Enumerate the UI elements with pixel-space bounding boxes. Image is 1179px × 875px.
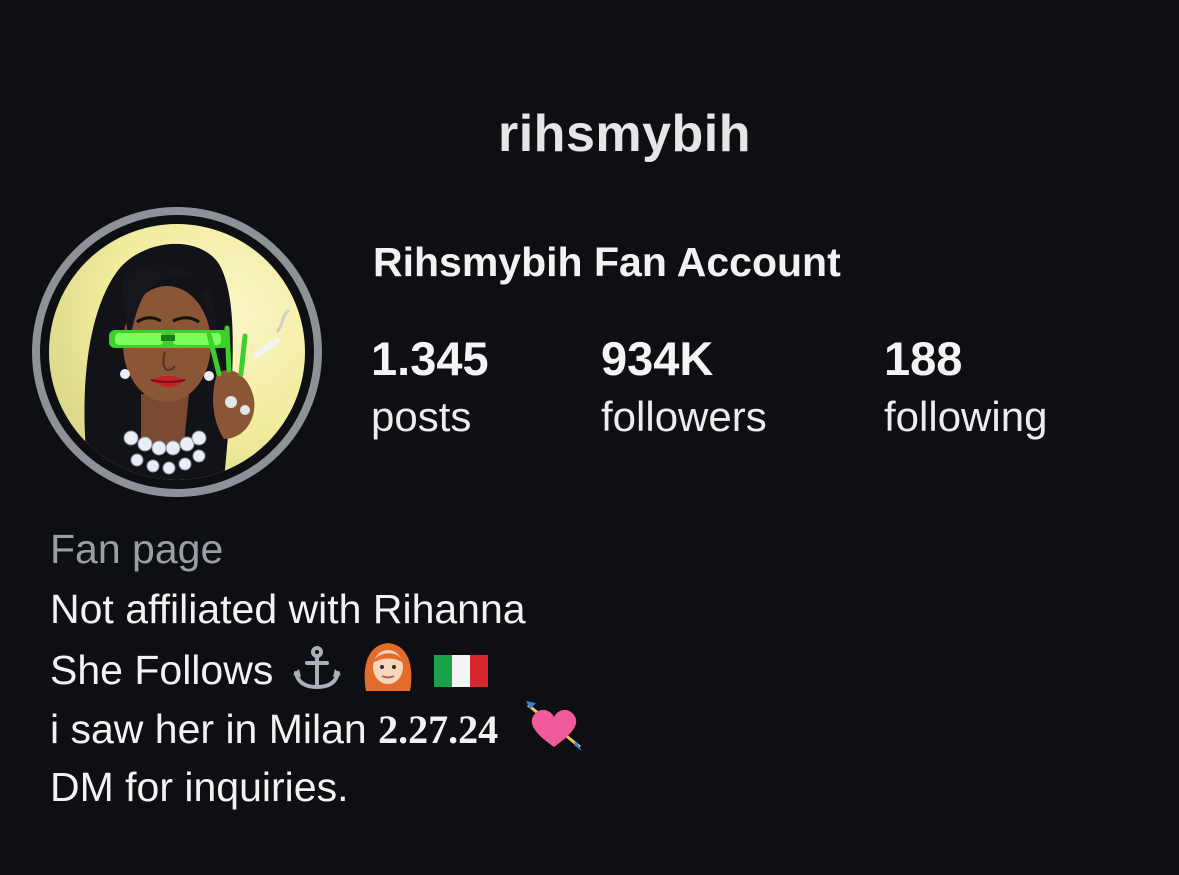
bio-line-contact: DM for inquiries. [50,764,349,810]
followers-stat[interactable]: 934K followers [601,331,767,447]
bio-follows-text: She Follows [50,647,274,693]
following-count: 188 [884,332,963,385]
bio-line-affiliation: Not affiliated with Rihanna [50,585,526,632]
posts-label: posts [371,393,472,440]
bio-milan-text: i saw her in Milan [50,705,367,752]
following-label: following [884,393,1048,440]
display-name: Rihsmybih Fan Account [373,239,841,285]
red-hair-person-icon [364,643,412,691]
followers-count: 934K [601,332,714,385]
bio-category: Fan page [50,526,224,572]
following-stat[interactable]: 188 following [884,331,1047,447]
bio-milan-date: 2.27.24 [378,706,499,752]
posts-stat[interactable]: 1.345 posts [371,331,489,447]
italy-flag-icon [433,655,488,687]
anchor-icon [292,646,341,690]
bio: Fan page Not affiliated with Rihanna She… [50,520,584,818]
bio-line-milan: i saw her in Milan 2.27.24 [50,699,584,759]
illustrated-portrait-avatar-icon [49,224,305,480]
followers-label: followers [601,393,767,440]
bio-line-follows: She Follows [50,639,584,699]
avatar[interactable] [32,207,322,497]
profile-username: rihsmybih [498,105,751,163]
posts-count: 1.345 [371,332,489,385]
profile-page: rihsmybih Rihsmybih Fan Account 1.345 po… [0,0,1179,875]
heart-with-arrow-icon [525,700,582,751]
